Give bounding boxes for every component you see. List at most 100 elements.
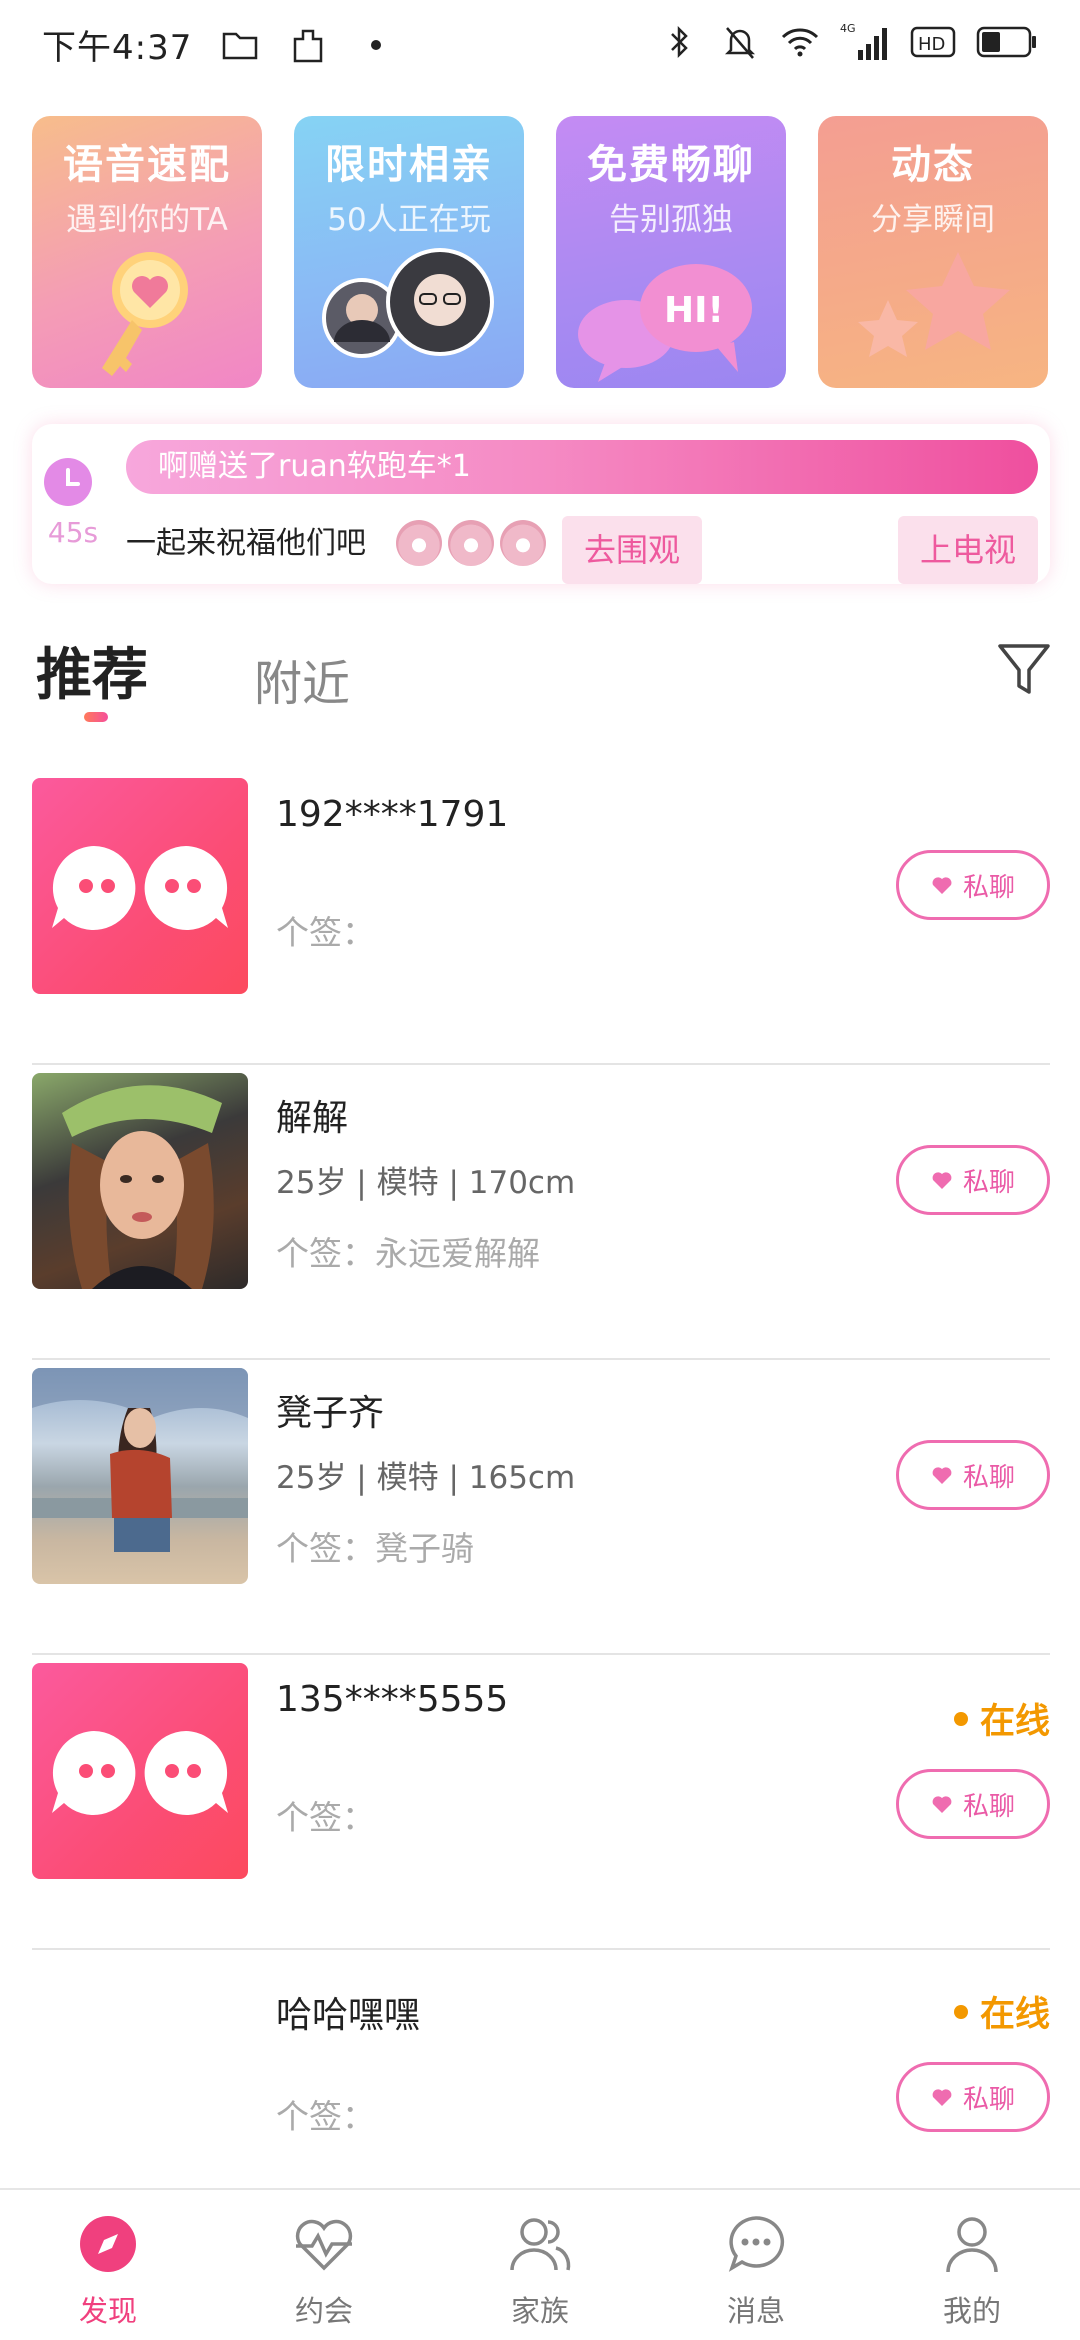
nav-label: 家族: [510, 2294, 569, 2328]
chat-label: 私聊: [962, 1167, 1015, 1198]
user-name: 解解: [276, 1098, 349, 1139]
gift-message: 啊赠送了ruan软跑车*1: [126, 440, 1038, 494]
tab-nearby[interactable]: 附近: [254, 644, 350, 714]
status-bar: 下午4:37 4G HD: [0, 0, 1080, 90]
user-meta: 25岁 | 模特 | 170cm: [276, 1165, 576, 1201]
feature-title: 语音速配: [63, 142, 231, 188]
online-dot-icon: [953, 2004, 968, 2019]
nav-messages[interactable]: 消息: [648, 2190, 864, 2340]
blessing-text: 一起来祝福他们吧: [126, 526, 366, 561]
signal-icon: 4G: [840, 22, 890, 62]
clock-icon: [44, 458, 92, 506]
couple-avatars-icon: [322, 248, 494, 358]
online-status: 在线: [953, 1986, 1050, 2037]
key-heart-icon: [102, 252, 188, 376]
filter-icon[interactable]: [996, 640, 1052, 700]
nav-label: 约会: [294, 2294, 353, 2328]
tab-indicator: [84, 712, 108, 722]
private-chat-button[interactable]: 私聊: [896, 1769, 1050, 1839]
user-signature: 个签：永远爱解解: [276, 1234, 540, 1273]
heart-icon: [932, 1467, 952, 1484]
private-chat-button[interactable]: 私聊: [896, 2062, 1050, 2132]
feature-voice-match[interactable]: 语音速配 遇到你的TA: [32, 116, 262, 388]
user-avatar: [32, 1073, 248, 1289]
nav-label: 我的: [942, 2294, 1001, 2328]
svg-text:HD: HD: [918, 34, 945, 55]
online-dot-icon: [953, 1711, 968, 1726]
nav-label: 发现: [78, 2294, 137, 2328]
feature-subtitle: 分享瞬间: [871, 202, 995, 238]
svg-text:HI!: HI!: [664, 290, 724, 331]
chat-bubbles-icon: HI!: [578, 264, 752, 382]
user-meta: 25岁 | 模特 | 165cm: [276, 1460, 576, 1496]
feature-cards: 语音速配 遇到你的TA 限时相亲 50人正在玩 免费畅聊 告别孤独 HI! 动态…: [32, 116, 1054, 388]
user-name: 192****1791: [276, 794, 509, 835]
tab-recommend[interactable]: 推荐: [36, 630, 148, 711]
compass-icon: [76, 2212, 140, 2276]
app-logo-avatar: [32, 778, 248, 994]
mute-bell-icon: [720, 22, 760, 62]
list-item[interactable]: 解解 25岁 | 模特 | 170cm 个签：永远爱解解 私聊: [0, 1065, 1080, 1360]
flower-icon: [500, 520, 546, 566]
dot-icon: [356, 25, 396, 65]
private-chat-button[interactable]: 私聊: [896, 1440, 1050, 1510]
flower-icon: [448, 520, 494, 566]
stars-icon: [858, 252, 1010, 357]
feature-title: 动态: [891, 142, 975, 188]
nav-family[interactable]: 家族: [432, 2190, 648, 2340]
private-chat-button[interactable]: 私聊: [896, 1145, 1050, 1215]
user-list: 192****1791 个签： 私聊 解解 25岁 | 模特 | 170cm 个…: [0, 770, 1080, 2245]
hd-icon: HD: [910, 22, 956, 62]
chat-label: 私聊: [962, 1462, 1015, 1493]
nav-label: 消息: [726, 2294, 785, 2328]
bluetooth-icon: [660, 22, 700, 62]
user-signature: 个签：: [276, 913, 375, 952]
list-item[interactable]: 192****1791 个签： 私聊: [0, 770, 1080, 1065]
nav-discover[interactable]: 发现: [0, 2190, 216, 2340]
group-icon: [508, 2212, 572, 2276]
heartbeat-icon: [292, 2212, 356, 2276]
online-status: 在线: [953, 1693, 1050, 1744]
list-item[interactable]: 凳子齐 25岁 | 模特 | 165cm 个签：凳子骑 私聊: [0, 1360, 1080, 1655]
user-avatar: [32, 1368, 248, 1584]
private-chat-button[interactable]: 私聊: [896, 850, 1050, 920]
user-signature: 个签：凳子骑: [276, 1529, 474, 1568]
feature-subtitle: 50人正在玩: [327, 202, 491, 238]
status-time: 下午4:37: [42, 28, 193, 68]
online-label: 在线: [979, 1995, 1050, 2035]
battery-icon: [976, 22, 1038, 62]
clipboard-icon: [288, 25, 328, 65]
svg-text:4G: 4G: [840, 22, 856, 35]
feature-title: 免费畅聊: [587, 142, 755, 188]
nav-profile[interactable]: 我的: [864, 2190, 1080, 2340]
nav-dating[interactable]: 约会: [216, 2190, 432, 2340]
app-logo-avatar: [32, 1663, 248, 1879]
chat-label: 私聊: [962, 872, 1015, 903]
heart-icon: [932, 877, 952, 894]
watch-button[interactable]: 去围观: [562, 516, 702, 584]
message-icon: [724, 2212, 788, 2276]
heart-icon: [932, 1172, 952, 1189]
tab-bar: 推荐 附近: [32, 620, 1052, 730]
user-signature: 个签：: [276, 2097, 375, 2136]
wifi-icon: [780, 22, 820, 62]
chat-label: 私聊: [962, 1791, 1015, 1822]
user-name: 135****5555: [276, 1679, 509, 1720]
flower-icons: [396, 520, 546, 566]
on-tv-button[interactable]: 上电视: [898, 516, 1038, 584]
heart-icon: [932, 1796, 952, 1813]
countdown-timer: 45s: [47, 516, 99, 549]
feature-blind-date[interactable]: 限时相亲 50人正在玩: [294, 116, 524, 388]
user-name: 哈哈嘿嘿: [276, 1995, 421, 2036]
online-label: 在线: [979, 1702, 1050, 1742]
feature-moments[interactable]: 动态 分享瞬间: [818, 116, 1048, 388]
feature-free-chat[interactable]: 免费畅聊 告别孤独 HI!: [556, 116, 786, 388]
folder-icon: [220, 25, 260, 65]
bottom-nav: 发现 约会 家族 消息 我的: [0, 2188, 1080, 2340]
user-signature: 个签：: [276, 1798, 375, 1837]
heart-icon: [932, 2089, 952, 2106]
flower-icon: [396, 520, 442, 566]
feature-subtitle: 告别孤独: [609, 202, 733, 238]
list-item[interactable]: 135****5555 个签： 在线 私聊: [0, 1655, 1080, 1950]
feature-title: 限时相亲: [325, 142, 493, 188]
